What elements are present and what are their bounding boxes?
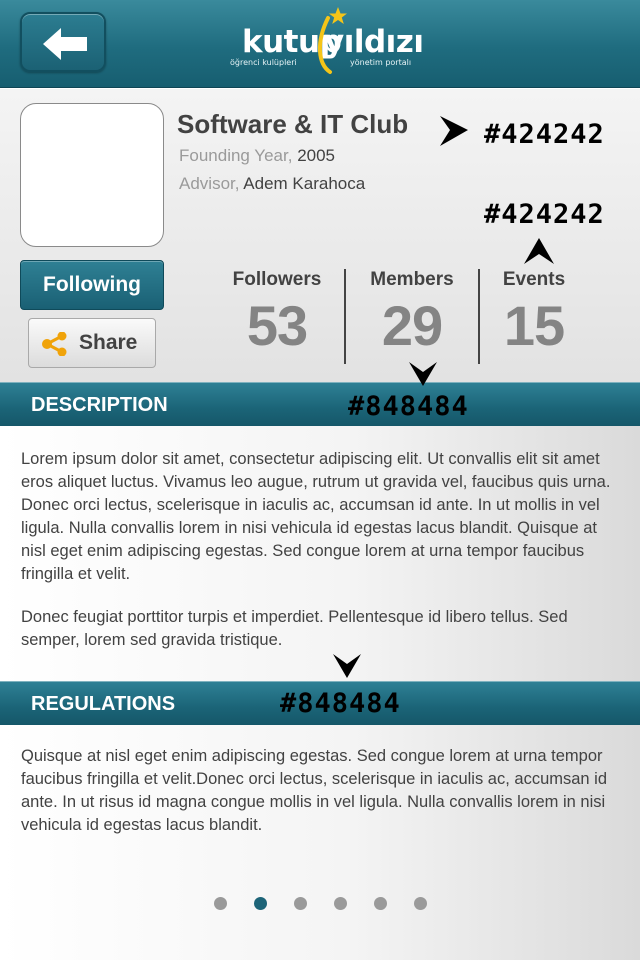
logo-subtitle-left: öğrenci kulüpleri [230, 58, 297, 67]
description-title: DESCRIPTION [31, 394, 168, 416]
regulations-paragraph: Quisque at nisl eget enim adipiscing ege… [21, 747, 608, 834]
page-dot-5[interactable] [374, 897, 387, 910]
description-paragraph: Lorem ipsum dolor sit amet, consectetur … [21, 450, 611, 583]
regulations-content: Quisque at nisl eget enim adipiscing ege… [0, 725, 640, 960]
page-dot-3[interactable] [294, 897, 307, 910]
page-dot-4[interactable] [334, 897, 347, 910]
page-dot-2[interactable] [254, 897, 267, 910]
logo-subtitle-right: yönetim portalı [350, 58, 412, 67]
founding-year: Founding Year, 2005 [179, 146, 335, 166]
back-button[interactable] [20, 12, 106, 72]
right-chevron-icon [440, 116, 468, 146]
advisor: Advisor, Adem Karahoca [179, 174, 365, 194]
up-chevron-icon [524, 238, 554, 264]
page-dot-6[interactable] [414, 897, 427, 910]
description-header: DESCRIPTION [0, 382, 640, 426]
star-icon [318, 7, 347, 74]
share-button[interactable]: Share [28, 318, 156, 368]
members-label: Members [370, 269, 454, 290]
events-stat[interactable]: Events 15 [472, 269, 596, 358]
annotation-regulations-color: #848484 [280, 688, 401, 719]
app-header: kutup yıldızı öğrenci kulüpleri yönetim … [0, 0, 640, 88]
description-paragraph: Donec feugiat porttitor turpis et imperd… [21, 608, 568, 649]
founding-year-label: Founding Year, [179, 146, 293, 165]
app-logo: kutup yıldızı öğrenci kulüpleri yönetim … [228, 6, 424, 82]
following-button[interactable]: Following [20, 260, 164, 310]
club-avatar [20, 103, 164, 247]
down-chevron-icon [409, 362, 437, 386]
members-stat[interactable]: Members 29 [350, 269, 474, 358]
advisor-name: Adem Karahoca [243, 174, 366, 193]
description-content: Lorem ipsum dolor sit amet, consectetur … [0, 426, 640, 681]
annotation-stats-color: #424242 [484, 199, 605, 230]
followers-count: 53 [246, 294, 308, 357]
events-count: 15 [503, 294, 565, 357]
down-chevron-icon [333, 654, 361, 678]
club-name: Software & IT Club [177, 109, 409, 139]
stat-divider [344, 269, 346, 364]
annotation-name-color: #424242 [484, 119, 605, 150]
page-dot-1[interactable] [214, 897, 227, 910]
annotation-stat-number-color: #848484 [348, 391, 469, 422]
followers-label: Followers [232, 269, 322, 290]
members-count: 29 [381, 294, 443, 357]
share-label: Share [79, 331, 138, 354]
advisor-label: Advisor, [179, 174, 240, 193]
back-arrow-icon [43, 28, 87, 60]
share-icon [42, 332, 67, 356]
followers-stat[interactable]: Followers 53 [215, 269, 339, 358]
regulations-title: REGULATIONS [31, 693, 176, 715]
events-label: Events [502, 269, 566, 290]
founding-year-value: 2005 [297, 146, 336, 165]
